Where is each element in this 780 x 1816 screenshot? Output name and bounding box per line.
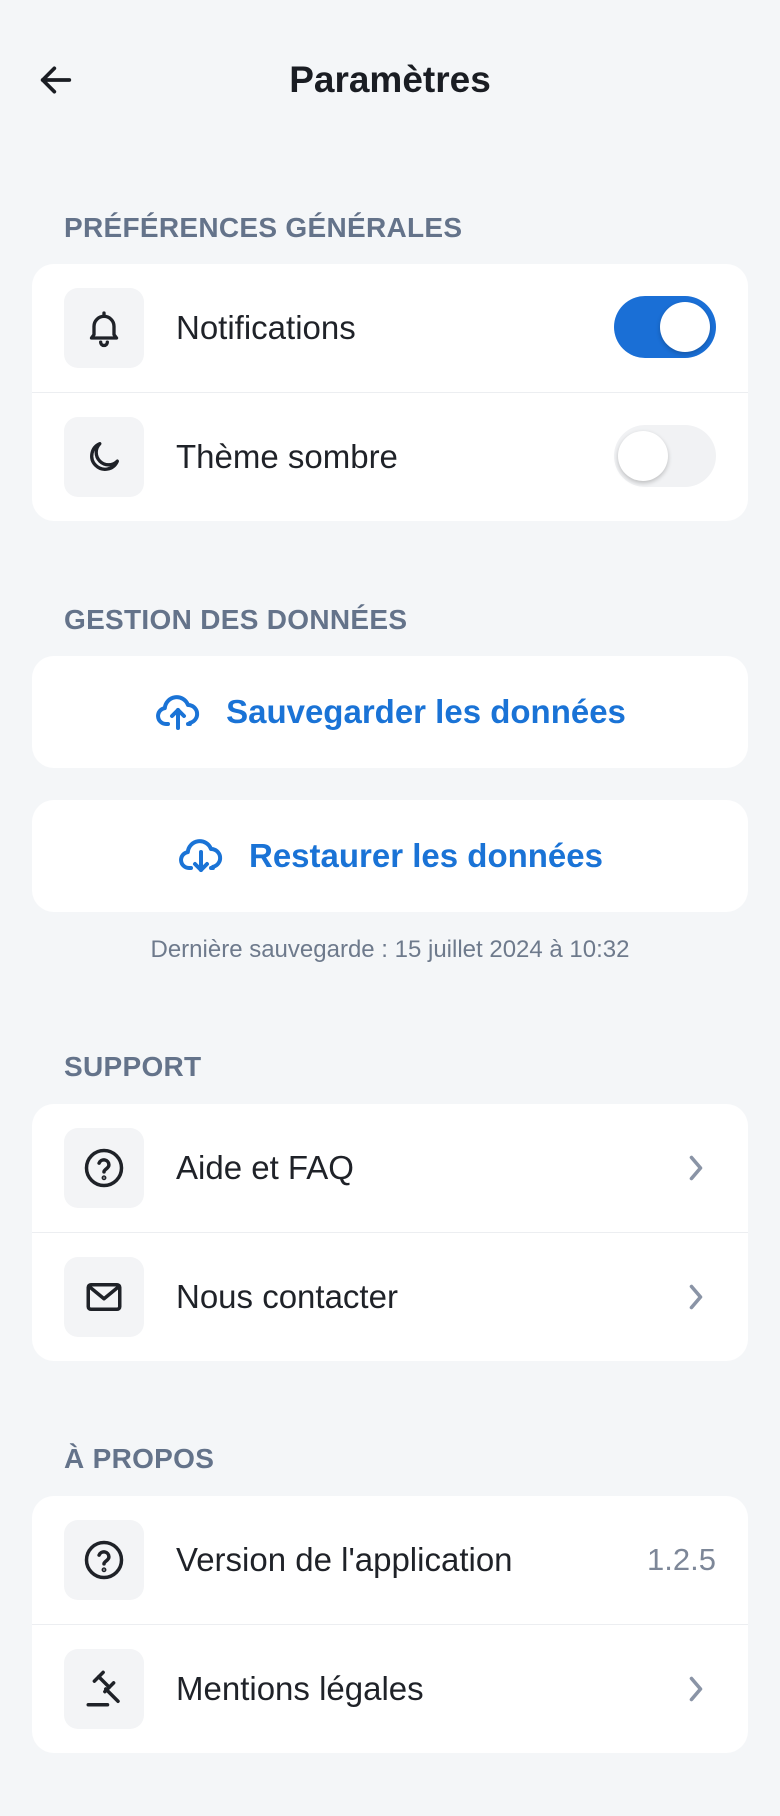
contact-row[interactable]: Nous contacter [32, 1232, 748, 1361]
page-title: Paramètres [289, 59, 491, 100]
app-version-value: 1.2.5 [647, 1542, 716, 1577]
chevron-right-icon [684, 1148, 708, 1188]
section-label-about: À PROPOS [64, 1443, 215, 1474]
dark-theme-toggle[interactable] [614, 425, 716, 487]
help-faq-label: Aide et FAQ [176, 1149, 354, 1186]
chevron-right-icon [684, 1669, 708, 1709]
cloud-download-icon [177, 832, 225, 880]
app-version-label: Version de l'application [176, 1541, 513, 1578]
gavel-icon [86, 1670, 120, 1707]
legal-icon-box [64, 1649, 144, 1729]
help-faq-row[interactable]: Aide et FAQ [32, 1104, 748, 1232]
notifications-label: Notifications [176, 309, 356, 346]
mail-icon [86, 1283, 122, 1311]
contact-icon-box [64, 1257, 144, 1337]
help-circle-icon [84, 1148, 124, 1188]
restore-data-button[interactable]: Restaurer les données [32, 800, 748, 912]
moon-icon [90, 442, 120, 471]
dark-theme-row[interactable]: Thème sombre [32, 392, 748, 521]
section-label-support: SUPPORT [64, 1051, 202, 1082]
notifications-row[interactable]: Notifications [32, 264, 748, 392]
dark-theme-label: Thème sombre [176, 438, 398, 475]
help-circle-icon [84, 1540, 124, 1580]
dark-theme-icon-box [64, 417, 144, 497]
notifications-icon-box [64, 288, 144, 368]
chevron-right-icon [684, 1277, 708, 1317]
general-preferences-card: Notifications Thème sombre [32, 264, 748, 521]
about-card: Version de l'application 1.2.5 Mentions … [32, 1496, 748, 1753]
version-icon-box [64, 1520, 144, 1600]
toggle-knob [618, 431, 668, 481]
section-label-general: PRÉFÉRENCES GÉNÉRALES [64, 212, 463, 243]
legal-notice-label: Mentions légales [176, 1670, 424, 1707]
cloud-upload-icon [154, 688, 202, 736]
legal-notice-row[interactable]: Mentions légales [32, 1624, 748, 1753]
toggle-knob [660, 302, 710, 352]
support-card: Aide et FAQ Nous contacter [32, 1104, 748, 1361]
backup-data-label: Sauvegarder les données [226, 693, 626, 730]
restore-data-label: Restaurer les données [249, 837, 603, 874]
backup-data-button[interactable]: Sauvegarder les données [32, 656, 748, 768]
help-icon-box [64, 1128, 144, 1208]
notifications-toggle[interactable] [614, 296, 716, 358]
contact-label: Nous contacter [176, 1278, 398, 1315]
app-header: Paramètres [0, 0, 780, 162]
bell-icon [89, 311, 119, 348]
app-version-row: Version de l'application 1.2.5 [32, 1496, 748, 1624]
last-backup-text: Dernière sauvegarde : 15 juillet 2024 à … [150, 936, 630, 963]
section-label-data: GESTION DES DONNÉES [64, 604, 408, 635]
